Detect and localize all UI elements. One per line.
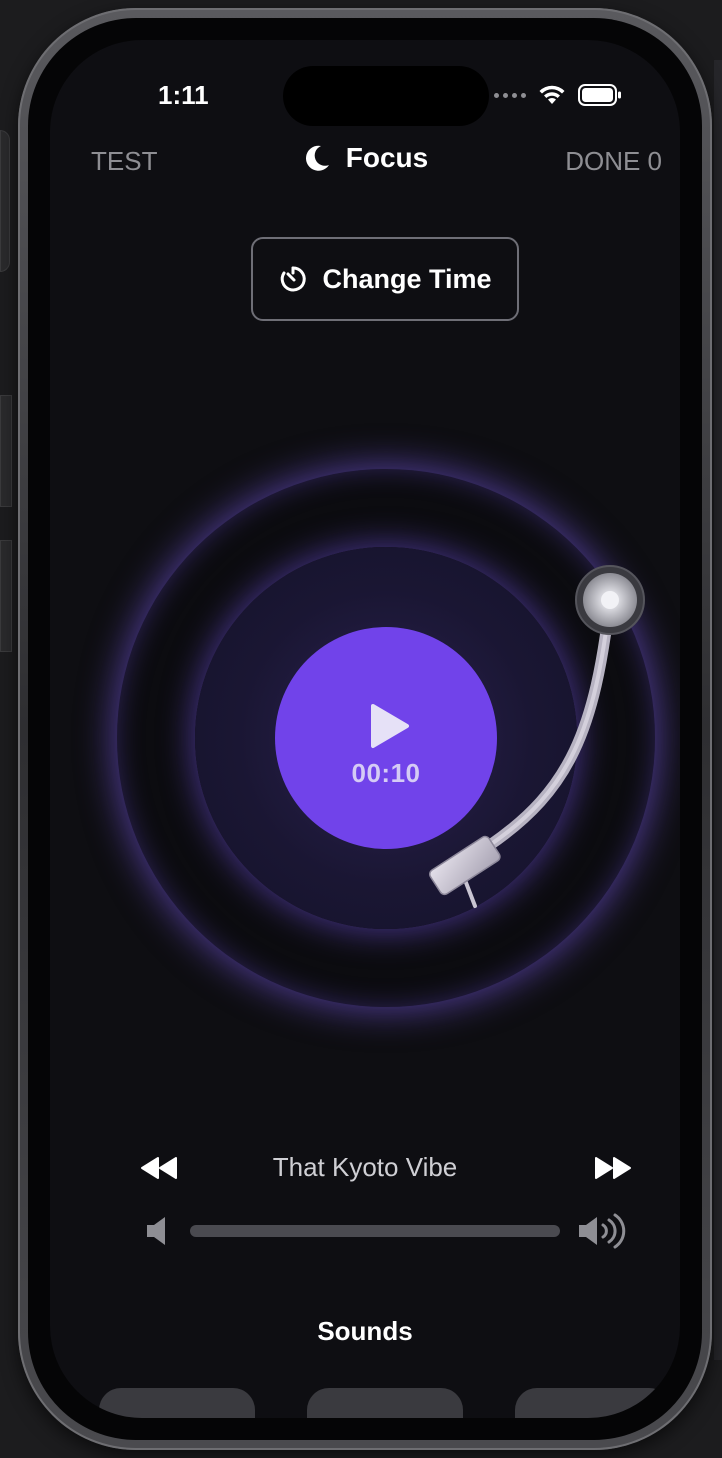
- backdrop-panel: [0, 395, 12, 507]
- backdrop-edge: [714, 60, 722, 1360]
- tonearm: [429, 565, 645, 908]
- transport-row: That Kyoto Vibe: [50, 1150, 680, 1190]
- phone-frame: 1:11 TEST Focus DONE 0 Change Time 00:10…: [18, 8, 712, 1450]
- sounds-heading: Sounds: [317, 1316, 413, 1346]
- volume-slider[interactable]: [190, 1225, 560, 1237]
- volume-high-icon: [579, 1213, 626, 1249]
- fast-forward-icon[interactable]: [592, 1156, 632, 1180]
- sound-card[interactable]: [307, 1388, 463, 1418]
- track-title: That Kyoto Vibe: [272, 1152, 458, 1182]
- volume-low-icon: [147, 1217, 165, 1245]
- volume-control: [50, 1212, 680, 1252]
- backdrop-panel: [0, 540, 12, 652]
- app-screen: 1:11 TEST Focus DONE 0 Change Time 00:10…: [50, 40, 680, 1418]
- sound-card[interactable]: [99, 1388, 255, 1418]
- backdrop-panel: [0, 130, 10, 272]
- sound-card[interactable]: [515, 1388, 671, 1418]
